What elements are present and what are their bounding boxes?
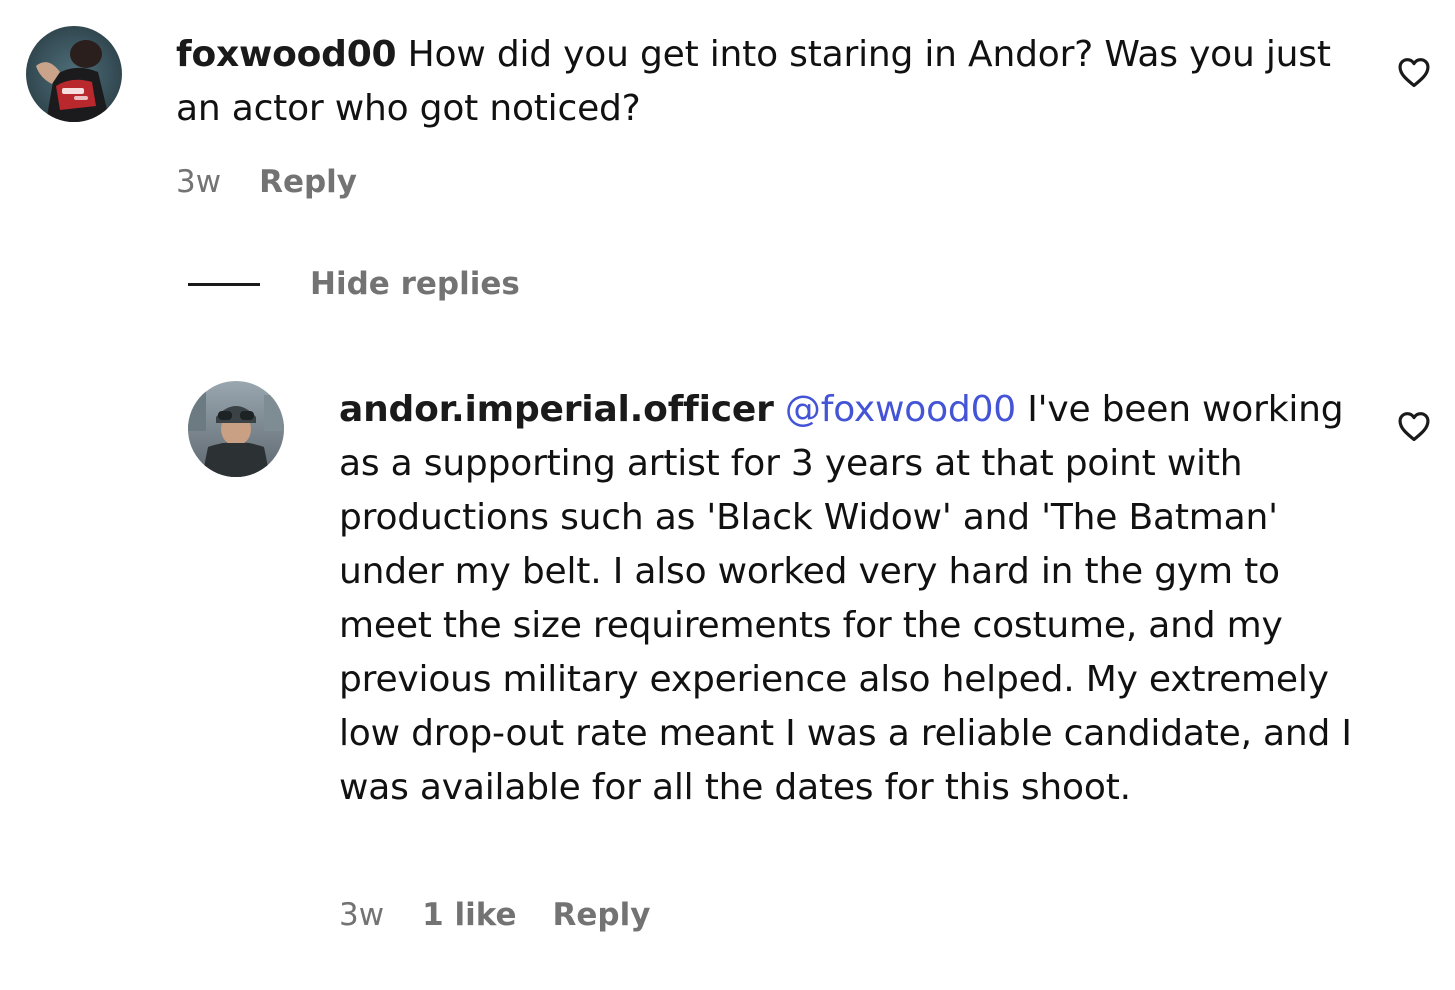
- comment-body: foxwood00 How did you get into staring i…: [176, 28, 1336, 136]
- reply-username[interactable]: andor.imperial.officer: [339, 389, 774, 430]
- comment-item: foxwood00 How did you get into staring i…: [0, 0, 1455, 230]
- avatar[interactable]: [188, 381, 284, 477]
- likes-count[interactable]: 1 like: [422, 897, 516, 933]
- heart-outline-icon: [1398, 412, 1430, 442]
- reply-button[interactable]: Reply: [553, 897, 651, 933]
- hide-replies-toggle[interactable]: Hide replies: [188, 266, 520, 302]
- comment-username[interactable]: foxwood00: [176, 34, 397, 75]
- like-button[interactable]: [1395, 53, 1433, 91]
- reply-button[interactable]: Reply: [259, 164, 357, 200]
- reply-text: I've been working as a supporting artist…: [339, 389, 1352, 808]
- replies-divider: [188, 282, 260, 286]
- avatar-image: [26, 26, 122, 122]
- reply-body: andor.imperial.officer @foxwood00 I've b…: [339, 383, 1364, 815]
- comment-timestamp[interactable]: 3w: [176, 164, 221, 200]
- reply-timestamp[interactable]: 3w: [339, 897, 384, 933]
- comment-meta: 3w Reply: [176, 164, 357, 200]
- avatar[interactable]: [26, 26, 122, 122]
- reply-meta: 3w 1 like Reply: [339, 897, 650, 933]
- hide-replies-label: Hide replies: [310, 266, 520, 302]
- like-button[interactable]: [1395, 407, 1433, 445]
- avatar-image: [188, 381, 284, 477]
- mention-link[interactable]: @foxwood00: [785, 389, 1016, 430]
- reply-item: andor.imperial.officer @foxwood00 I've b…: [0, 360, 1455, 960]
- heart-outline-icon: [1398, 58, 1430, 88]
